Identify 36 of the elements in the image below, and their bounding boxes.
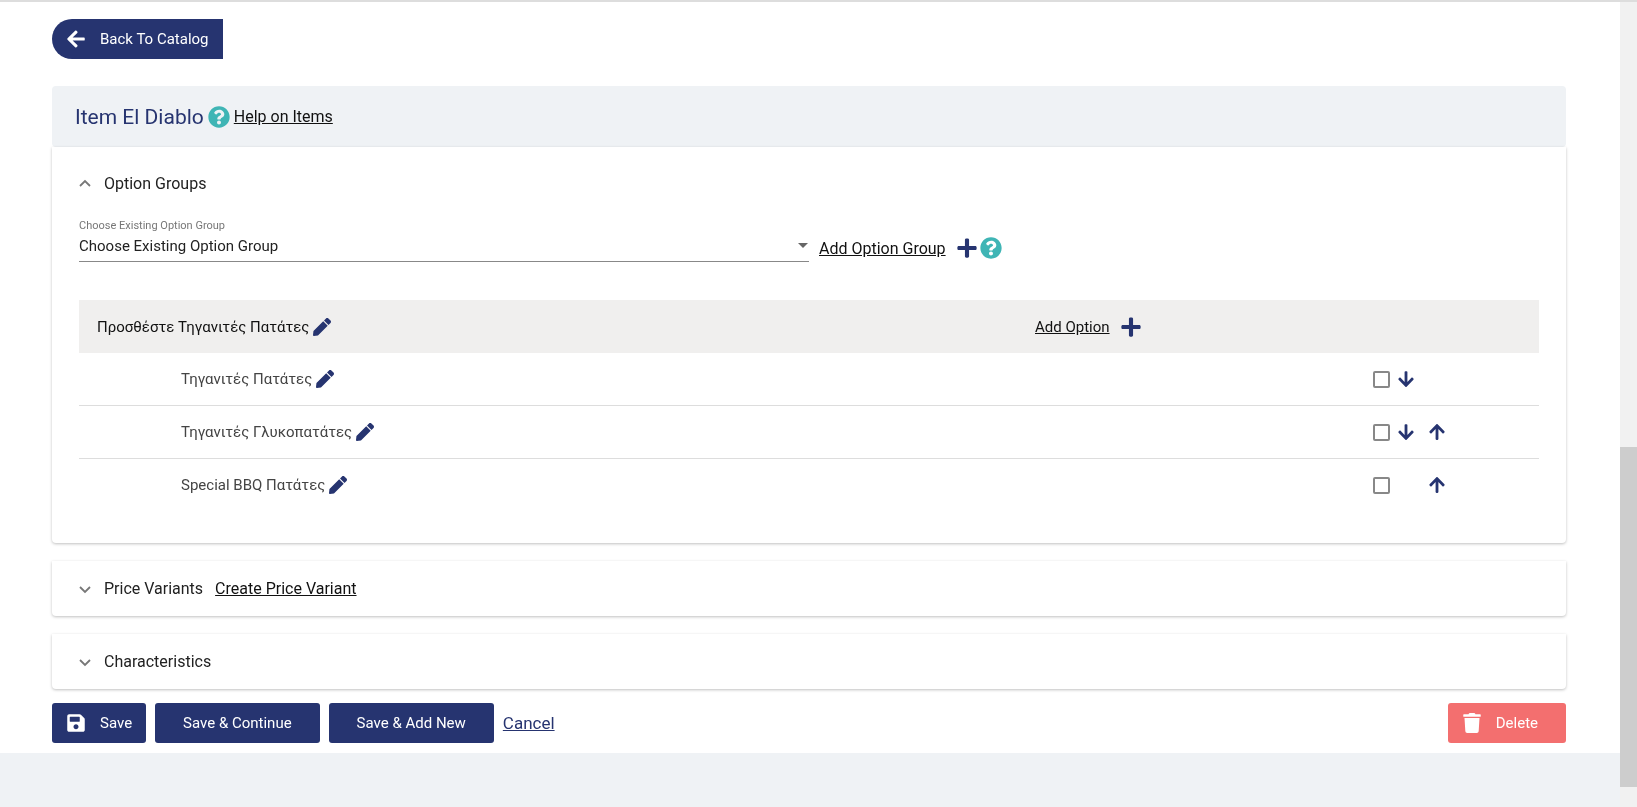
option-group-select[interactable]: Choose Existing Option Group Choose Existing Option Group — [79, 219, 809, 262]
option-checkbox[interactable] — [1373, 370, 1390, 388]
save-button[interactable]: Save — [52, 703, 147, 743]
save-continue-button[interactable]: Save & Continue — [155, 703, 320, 743]
option-checkbox[interactable] — [1373, 476, 1390, 494]
edit-icon[interactable] — [329, 476, 348, 494]
plus-icon[interactable] — [955, 237, 978, 259]
help-link[interactable]: Help on Items — [233, 107, 333, 126]
option-checkbox[interactable] — [1373, 423, 1390, 441]
edit-icon[interactable] — [313, 317, 332, 336]
save-add-new-button[interactable]: Save & Add New — [328, 703, 494, 743]
option-group-name: Προσθέστε Τηγανιτές Πατάτες — [97, 317, 310, 336]
arrow-left-icon — [66, 29, 86, 49]
add-option-link[interactable]: Add Option — [1035, 317, 1110, 336]
option-name: Τηγανιτές Γλυκοπατάτες — [181, 423, 353, 441]
option-name: Special BBQ Πατάτες — [181, 476, 326, 494]
edit-icon[interactable] — [316, 370, 335, 388]
save-icon — [66, 713, 86, 733]
option-name: Τηγανιτές Πατάτες — [181, 370, 313, 388]
trash-icon — [1461, 713, 1482, 733]
section-title[interactable]: Characteristics — [104, 652, 212, 671]
edit-icon[interactable] — [356, 423, 375, 441]
arrow-down-icon[interactable] — [1396, 423, 1415, 441]
plus-icon[interactable] — [1119, 315, 1142, 338]
create-link[interactable]: Create Price Variant — [215, 579, 357, 598]
dropdown-caret-icon — [797, 242, 809, 250]
arrow-up-icon[interactable] — [1427, 423, 1446, 441]
add-option-group-link[interactable]: Add Option Group — [819, 239, 946, 258]
scrollbar[interactable] — [1620, 2, 1637, 807]
section-title[interactable]: Option Groups — [104, 173, 207, 193]
section-title[interactable]: Price Variants — [104, 579, 204, 598]
arrow-down-icon[interactable] — [1396, 370, 1415, 388]
item-title: Item El Diablo — [75, 104, 204, 129]
arrow-up-icon[interactable] — [1427, 476, 1446, 494]
back-button[interactable]: Back To Catalog — [52, 19, 223, 59]
cancel-link[interactable]: Cancel — [502, 713, 555, 733]
